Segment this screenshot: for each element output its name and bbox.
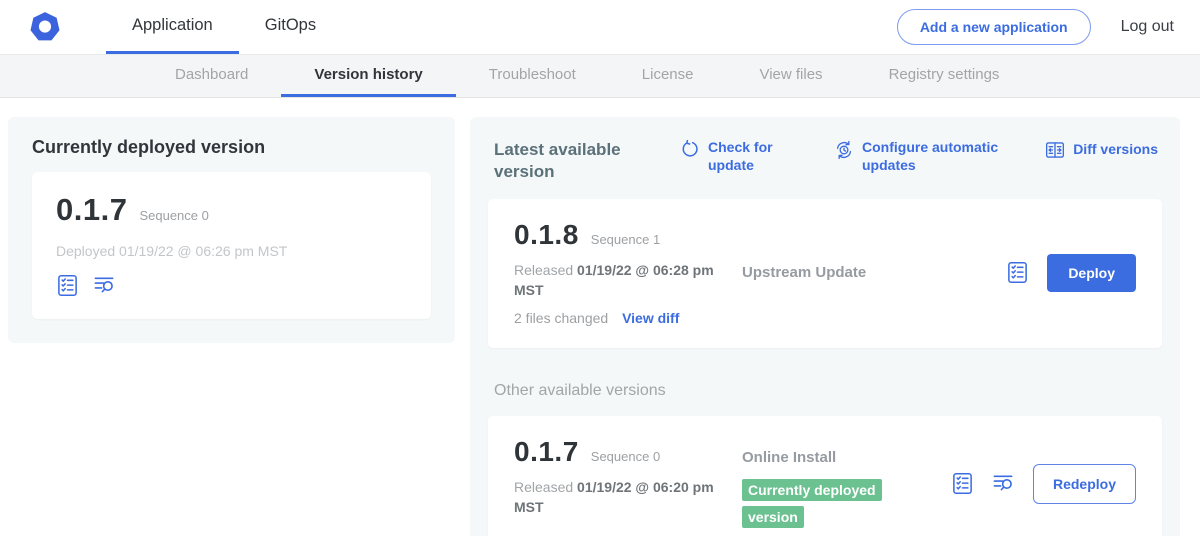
subnav-tab-registry-settings[interactable]: Registry settings (856, 55, 1033, 97)
tab-application-label: Application (132, 16, 213, 35)
app-logo[interactable] (28, 0, 62, 54)
top-header: Application GitOps Add a new application… (0, 0, 1200, 55)
preflight-checklist-icon[interactable] (56, 274, 79, 297)
header-right: Add a new application Log out (897, 0, 1174, 54)
tab-gitops-label: GitOps (265, 16, 316, 35)
other-available-versions-title: Other available versions (494, 382, 1162, 400)
diff-icon (1045, 140, 1065, 160)
tab-gitops[interactable]: GitOps (239, 0, 342, 54)
files-changed-label: 2 files changed (514, 310, 608, 326)
other-released-timestamp: Released 01/19/22 @ 06:20 pm MST (514, 478, 724, 517)
subnav-tab-dashboard[interactable]: Dashboard (142, 55, 281, 97)
latest-version-number: 0.1.8 (514, 219, 579, 251)
tab-application[interactable]: Application (106, 0, 239, 54)
preflight-checklist-icon[interactable] (1006, 261, 1029, 284)
check-for-update-link[interactable]: Check for update (680, 139, 790, 174)
deploy-logs-icon[interactable] (992, 472, 1015, 495)
header-tabs: Application GitOps (106, 0, 342, 54)
other-sequence-label: Sequence 0 (591, 449, 660, 464)
subnav-tab-license[interactable]: License (609, 55, 727, 97)
currently-deployed-title: Currently deployed version (32, 137, 431, 158)
deployed-sequence-label: Sequence 0 (139, 208, 208, 223)
kots-logo-icon (28, 10, 62, 44)
released-label: Released (514, 262, 573, 278)
other-source-block: Online Install Currently deployed versio… (742, 449, 951, 531)
panel-header: Latest available version Check for updat… (488, 137, 1162, 183)
refresh-icon (680, 140, 700, 160)
currently-deployed-badge: Currently deployed version (742, 479, 882, 527)
deployed-timestamp: Deployed 01/19/22 @ 06:26 pm MST (56, 243, 407, 259)
configure-automatic-updates-label: Configure automatic updates (862, 139, 1034, 174)
auto-update-icon (834, 140, 854, 160)
other-version-number: 0.1.7 (514, 436, 579, 468)
subnav-tab-troubleshoot[interactable]: Troubleshoot (456, 55, 609, 97)
latest-version-row: 0.1.8 Sequence 1 Released 01/19/22 @ 06:… (488, 199, 1162, 348)
view-diff-link[interactable]: View diff (622, 310, 679, 326)
app-subnav: Dashboard Version history Troubleshoot L… (0, 55, 1200, 98)
diff-versions-link[interactable]: Diff versions (1045, 139, 1158, 160)
diff-versions-label: Diff versions (1073, 141, 1158, 159)
subnav-tab-view-files[interactable]: View files (726, 55, 855, 97)
released-label: Released (514, 479, 573, 495)
deployed-version-number: 0.1.7 (56, 192, 127, 228)
add-new-application-button[interactable]: Add a new application (897, 9, 1091, 45)
latest-sequence-label: Sequence 1 (591, 232, 660, 247)
available-versions-panel: Latest available version Check for updat… (470, 117, 1180, 536)
subnav-tab-version-history[interactable]: Version history (281, 55, 455, 97)
currently-deployed-card: Currently deployed version 0.1.7 Sequenc… (8, 117, 455, 343)
main-content: Currently deployed version 0.1.7 Sequenc… (0, 98, 1200, 536)
deployed-version-card: 0.1.7 Sequence 0 Deployed 01/19/22 @ 06:… (32, 172, 431, 319)
latest-released-timestamp: Released 01/19/22 @ 06:28 pm MST (514, 261, 724, 300)
check-for-update-label: Check for update (708, 139, 790, 174)
configure-automatic-updates-link[interactable]: Configure automatic updates (834, 139, 1034, 174)
deploy-button[interactable]: Deploy (1047, 254, 1136, 292)
latest-source-label: Upstream Update (742, 264, 1006, 281)
latest-available-title: Latest available version (494, 139, 644, 183)
other-version-row: 0.1.7 Sequence 0 Released 01/19/22 @ 06:… (488, 416, 1162, 536)
other-source-label: Online Install (742, 449, 951, 466)
preflight-checklist-icon[interactable] (951, 472, 974, 495)
redeploy-button[interactable]: Redeploy (1033, 464, 1136, 504)
deploy-logs-icon[interactable] (93, 274, 116, 297)
logout-link[interactable]: Log out (1121, 18, 1174, 36)
